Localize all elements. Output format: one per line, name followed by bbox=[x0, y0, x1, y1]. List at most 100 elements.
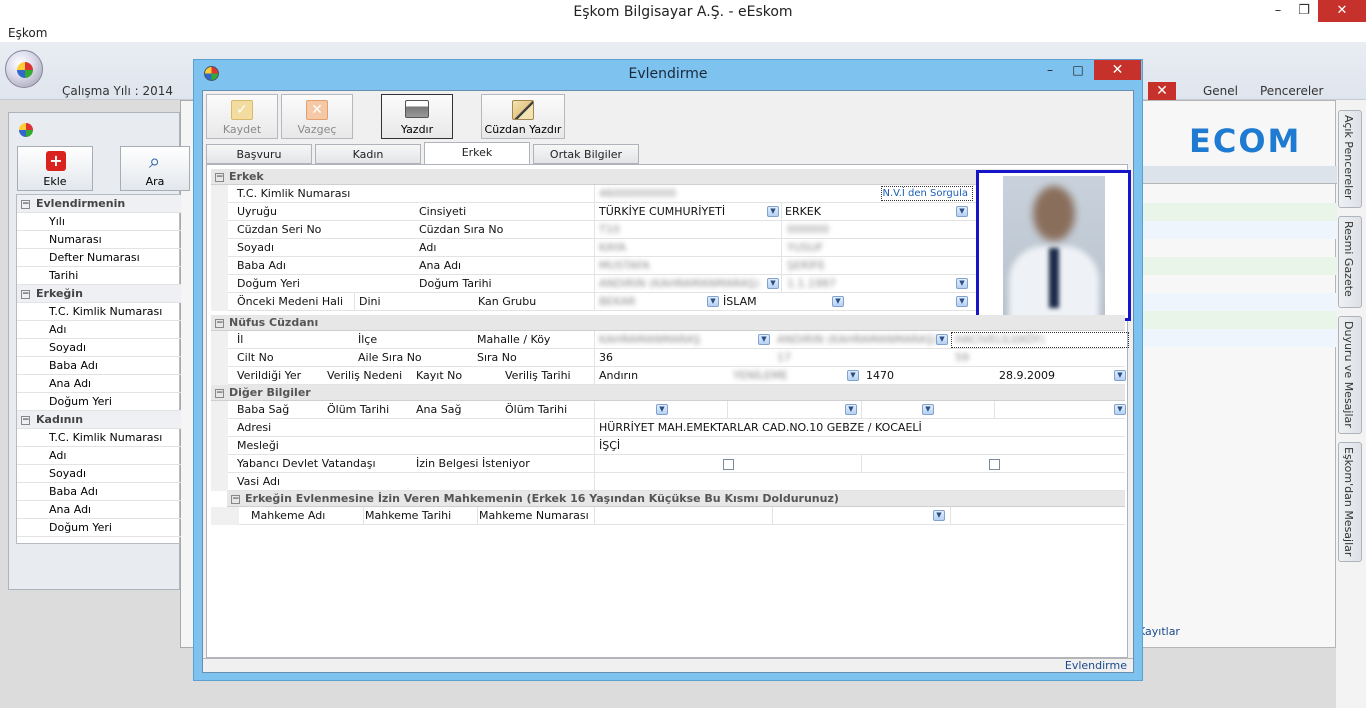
il-select[interactable]: KAHRAMANMARAŞ bbox=[599, 333, 701, 346]
section-diger[interactable]: − Diğer Bilgiler bbox=[211, 385, 1125, 401]
vazgec-button[interactable]: ✕ Vazgeç bbox=[281, 94, 353, 139]
ana-sag-dropdown-icon[interactable]: ▼ bbox=[922, 404, 934, 415]
izin-checkbox[interactable] bbox=[989, 459, 1000, 470]
cinsiyeti-dropdown-icon[interactable]: ▼ bbox=[956, 206, 968, 217]
grid-row[interactable] bbox=[1141, 203, 1337, 221]
aile-sira-input[interactable]: 17 bbox=[777, 351, 791, 364]
tc-input[interactable]: 46000000000 bbox=[599, 187, 676, 200]
baba-adi-input[interactable]: MUSTAFA bbox=[599, 259, 650, 272]
mahkeme-tarihi-dropdown-icon[interactable]: ▼ bbox=[933, 510, 945, 521]
app-orb-icon[interactable] bbox=[5, 50, 43, 88]
kayit-no-input[interactable]: 1470 bbox=[866, 369, 894, 382]
tab-ortak-bilgiler[interactable]: Ortak Bilgiler bbox=[533, 144, 639, 164]
bg-close-icon[interactable]: ✕ bbox=[1148, 82, 1176, 100]
ribbon-tab-pencereler[interactable]: Pencereler bbox=[1260, 84, 1323, 98]
tree-group-erkegin[interactable]: − Erkeğin bbox=[17, 285, 181, 303]
mahalle-select[interactable]: HACIVELİLİ(KÖY) bbox=[955, 333, 1045, 346]
kan-grubu-dropdown-icon[interactable]: ▼ bbox=[956, 296, 968, 307]
grid-row[interactable] bbox=[1141, 221, 1337, 239]
section-nufus[interactable]: − Nüfus Cüzdanı bbox=[211, 315, 1125, 331]
nvi-sorgula-button[interactable]: N.V.İ den Sorgula bbox=[881, 186, 973, 201]
section-mahkeme[interactable]: − Erkeğin Evlenmesine İzin Veren Mahkemen… bbox=[227, 491, 1125, 507]
dini-dropdown-icon[interactable]: ▼ bbox=[832, 296, 844, 307]
verilis-nedeni-select[interactable]: YENİLEME bbox=[733, 369, 788, 382]
ana-adi-input[interactable]: ŞERİFE bbox=[787, 259, 825, 272]
onceki-medeni-dropdown-icon[interactable]: ▼ bbox=[707, 296, 719, 307]
tree-item[interactable]: Soyadı bbox=[17, 339, 181, 357]
dialog-maximize-icon[interactable]: □ bbox=[1064, 60, 1092, 80]
tree-item[interactable]: Numarası bbox=[17, 231, 181, 249]
adi-input[interactable]: YUSUF bbox=[787, 241, 823, 254]
adresi-input[interactable]: HÜRRİYET MAH.EMEKTARLAR CAD.NO.10 GEBZE … bbox=[599, 421, 922, 434]
olum-tarihi-dropdown-icon[interactable]: ▼ bbox=[845, 404, 857, 415]
tab-basvuru[interactable]: Başvuru bbox=[206, 144, 312, 164]
meslegi-input[interactable]: İŞÇİ bbox=[599, 439, 620, 452]
uyrugu-dropdown-icon[interactable]: ▼ bbox=[767, 206, 779, 217]
grid-row[interactable] bbox=[1141, 329, 1337, 347]
restore-icon[interactable]: ❐ bbox=[1290, 0, 1318, 22]
yazdir-button[interactable]: Yazdır bbox=[381, 94, 453, 139]
kayitlar-button[interactable]: Kayıtlar bbox=[1138, 625, 1180, 638]
cuzdan-sira-input[interactable]: 000000 bbox=[787, 223, 829, 236]
ilce-dropdown-icon[interactable]: ▼ bbox=[936, 334, 948, 345]
cinsiyeti-select[interactable]: ERKEK bbox=[785, 205, 821, 218]
verilis-tarihi-input[interactable]: 28.9.2009 bbox=[999, 369, 1055, 382]
tree-item[interactable]: Baba Adı bbox=[17, 357, 181, 375]
tree-item[interactable]: Adı bbox=[17, 447, 181, 465]
tree-item[interactable]: T.C. Kimlik Numarası bbox=[17, 303, 181, 321]
tree-item[interactable]: Soyadı bbox=[17, 465, 181, 483]
tree-item[interactable]: Ana Adı bbox=[17, 375, 181, 393]
tree-item[interactable]: Ana Adı bbox=[17, 501, 181, 519]
tree-item[interactable]: Yılı bbox=[17, 213, 181, 231]
tree-item[interactable]: Doğum Yeri bbox=[17, 519, 181, 537]
person-photo[interactable] bbox=[976, 170, 1131, 321]
baba-sag-dropdown-icon[interactable]: ▼ bbox=[656, 404, 668, 415]
dogum-yeri-select[interactable]: ANDIRIN (KAHRAMANMARAŞ) bbox=[599, 277, 759, 290]
ilce-select[interactable]: ANDIRIN (KAHRAMANMARAŞ) bbox=[777, 333, 937, 346]
tree-item[interactable]: Doğum Yeri bbox=[17, 393, 181, 411]
cuzdan-yazdir-button[interactable]: Cüzdan Yazdır bbox=[481, 94, 565, 139]
tree-item[interactable]: Adı bbox=[17, 321, 181, 339]
tree-item[interactable]: T.C. Kimlik Numarası bbox=[17, 429, 181, 447]
soyadi-label: Soyadı bbox=[237, 241, 275, 254]
dialog-minimize-icon[interactable]: – bbox=[1036, 60, 1064, 80]
side-tab-eskom-mesajlar[interactable]: Eşkom'dan Mesajlar bbox=[1338, 442, 1362, 562]
grid-row[interactable] bbox=[1141, 311, 1337, 329]
tab-erkek[interactable]: Erkek bbox=[424, 142, 530, 165]
olum-tarihi2-dropdown-icon[interactable]: ▼ bbox=[1114, 404, 1126, 415]
onceki-medeni-select[interactable]: BEKAR bbox=[599, 295, 636, 308]
grid-row[interactable] bbox=[1141, 257, 1337, 275]
cuzdan-seri-input[interactable]: T10 bbox=[599, 223, 620, 236]
menu-eskom[interactable]: Eşkom bbox=[8, 26, 47, 40]
ara-button[interactable]: ⌕ Ara bbox=[120, 146, 190, 191]
tab-kadin[interactable]: Kadın bbox=[315, 144, 421, 164]
tree-group-kadinin[interactable]: − Kadının bbox=[17, 411, 181, 429]
sira-input[interactable]: 59 bbox=[955, 351, 969, 364]
side-tab-duyuru[interactable]: Duyuru ve Mesajlar bbox=[1338, 316, 1362, 434]
dogum-tarihi-dropdown-icon[interactable]: ▼ bbox=[956, 278, 968, 289]
il-dropdown-icon[interactable]: ▼ bbox=[758, 334, 770, 345]
verilis-nedeni-dropdown-icon[interactable]: ▼ bbox=[847, 370, 859, 381]
cilt-input[interactable]: 36 bbox=[599, 351, 613, 364]
dini-select[interactable]: İSLAM bbox=[723, 295, 757, 308]
yabanci-checkbox[interactable] bbox=[723, 459, 734, 470]
soyadi-input[interactable]: KAYA bbox=[599, 241, 626, 254]
dogum-yeri-dropdown-icon[interactable]: ▼ bbox=[767, 278, 779, 289]
minimize-icon[interactable]: – bbox=[1264, 0, 1292, 22]
tree-item[interactable]: Defter Numarası bbox=[17, 249, 181, 267]
tree-group-evlendirme[interactable]: − Evlendirmenin bbox=[17, 195, 181, 213]
tree-item[interactable]: Tarihi bbox=[17, 267, 181, 285]
tree-item[interactable]: Baba Adı bbox=[17, 483, 181, 501]
dogum-tarihi-input[interactable]: 1.1.1987 bbox=[787, 277, 836, 290]
verilis-tarihi-dropdown-icon[interactable]: ▼ bbox=[1114, 370, 1126, 381]
ribbon-tab-genel[interactable]: Genel bbox=[1203, 84, 1238, 98]
grid-row[interactable] bbox=[1141, 293, 1337, 311]
side-tab-acik-pencereler[interactable]: Açık Pencereler bbox=[1338, 110, 1362, 208]
side-tab-resmi-gazete[interactable]: Resmi Gazete bbox=[1338, 216, 1362, 308]
verildigi-yer-input[interactable]: Andırın bbox=[599, 369, 638, 382]
close-icon[interactable]: ✕ bbox=[1318, 0, 1366, 22]
dialog-close-icon[interactable]: ✕ bbox=[1094, 60, 1141, 80]
kaydet-button[interactable]: ✓ Kaydet bbox=[206, 94, 278, 139]
uyrugu-select[interactable]: TÜRKİYE CUMHURİYETİ bbox=[599, 205, 725, 218]
ekle-button[interactable]: + Ekle bbox=[17, 146, 93, 191]
